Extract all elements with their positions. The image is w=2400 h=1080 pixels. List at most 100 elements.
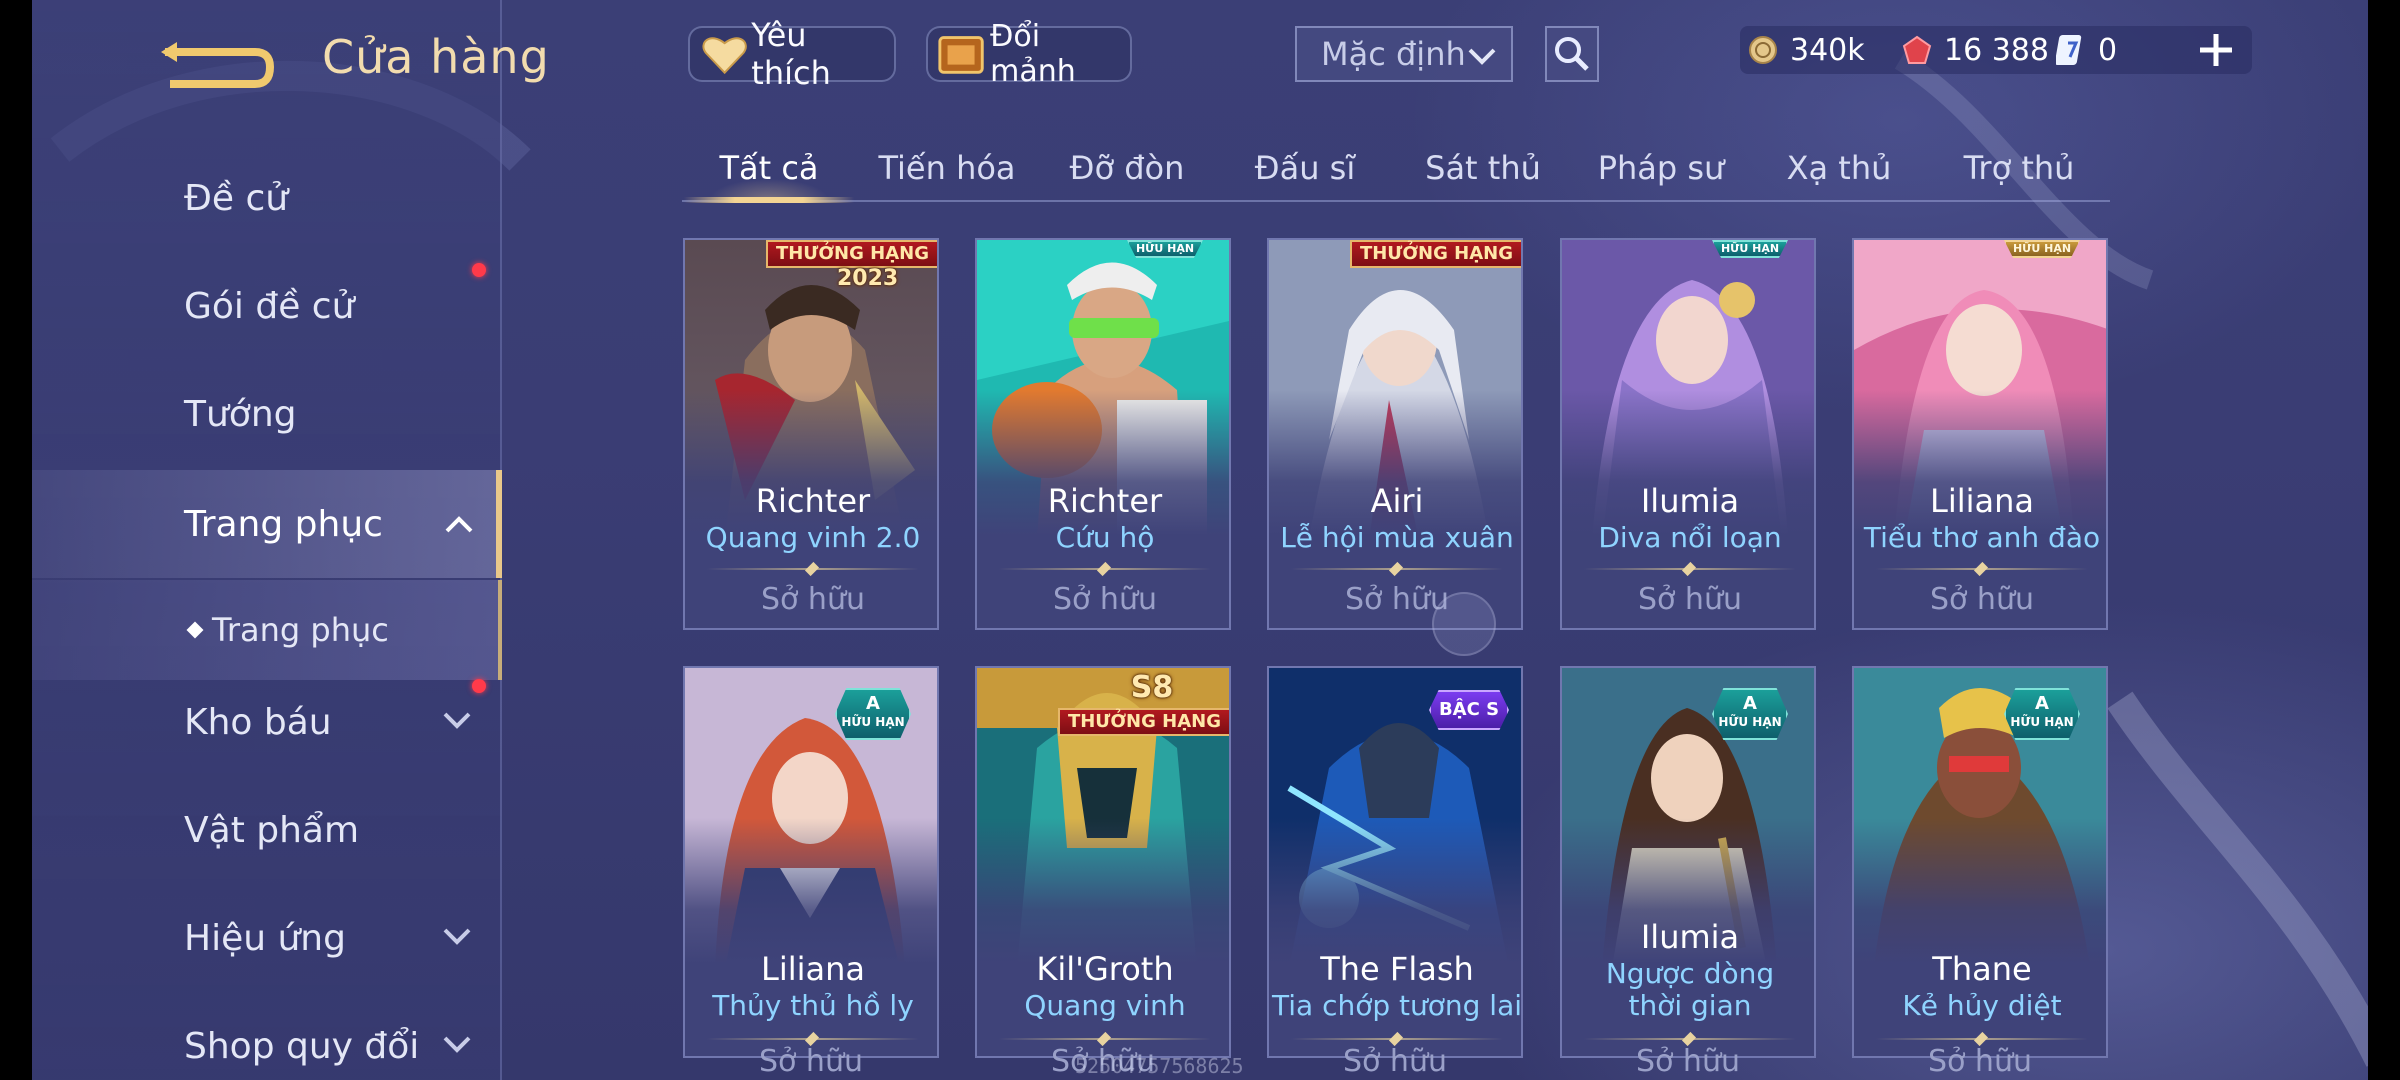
- exchange-label: Đổi mảnh: [990, 19, 1076, 89]
- sidebar-item-skins[interactable]: Trang phục: [32, 470, 502, 578]
- screen-edge-left: [0, 0, 32, 1080]
- skin-card[interactable]: A HỮU HẠN Thane Kẻ hủy diệt: [1852, 666, 2108, 1058]
- token-balance: 0: [2056, 26, 2117, 74]
- card-separator: [1584, 1038, 1796, 1040]
- owned-status: Sở hữu: [1930, 582, 2034, 617]
- chevron-down-icon: [443, 712, 471, 729]
- badge-ranked-reward: THƯỞNG HẠNG: [1349, 240, 1521, 268]
- exchange-shards-button[interactable]: Đổi mảnh: [926, 19, 1132, 89]
- sort-dropdown[interactable]: Mặc định: [1295, 26, 1513, 82]
- hero-name: Ilumia: [1640, 482, 1740, 520]
- owned-status: Sở hữu: [1053, 582, 1157, 617]
- ruby-icon: [1902, 35, 1932, 64]
- skin-name: Diva nổi loạn: [1598, 521, 1782, 554]
- sidebar-item-treasure[interactable]: Kho báu: [32, 672, 502, 772]
- favorites-button[interactable]: Yêu thích: [688, 16, 896, 92]
- sidebar-item-effects[interactable]: Hiệu ứng: [32, 888, 502, 988]
- card-separator: [1876, 1038, 2088, 1040]
- badge-limited-a: A HỮU HẠN: [2004, 688, 2080, 740]
- chevron-down-icon: [1468, 48, 1496, 65]
- skin-name: Quang vinh: [1024, 989, 1186, 1022]
- card-separator: [999, 568, 1211, 570]
- card-separator: [707, 568, 919, 570]
- sidebar-item-label: Trang phục: [184, 503, 383, 545]
- gold-coin-icon: [1749, 36, 1777, 64]
- card-fade: [685, 818, 937, 1056]
- badge-ranked-reward: THƯỞNG HẠNG: [1057, 708, 1229, 736]
- sidebar-item-label: Hiệu ứng: [184, 917, 346, 959]
- tab-assassin[interactable]: Sát thủ: [1398, 140, 1568, 200]
- skin-card[interactable]: S8 THƯỞNG HẠNG Kil'Groth Quang vinh: [975, 666, 1231, 1058]
- skin-name: Quang vinh 2.0: [705, 521, 921, 554]
- tab-active-indicator: [684, 197, 854, 203]
- search-button[interactable]: [1545, 26, 1599, 82]
- skin-card[interactable]: HỮU HẠN Liliana Tiểu thơ anh đào Sở hữu: [1852, 238, 2108, 630]
- owned-status: Sở hữu: [1638, 582, 1742, 617]
- hero-name: Thane: [1932, 950, 2032, 988]
- page-title: Cửa hàng: [322, 30, 550, 84]
- tab-evolution[interactable]: Tiến hóa: [862, 140, 1032, 200]
- badge-limited: HỮU HẠN: [1712, 240, 1788, 258]
- gold-balance: 340k: [1748, 26, 1865, 74]
- tab-divider: [682, 200, 2110, 202]
- skin-name: Tia chớp tương lai: [1271, 989, 1523, 1022]
- skin-card[interactable]: THƯỞNG HẠNG 2023 Richter Quang vinh 2.0 …: [683, 238, 939, 630]
- back-button[interactable]: [155, 32, 275, 92]
- tab-fighter[interactable]: Đấu sĩ: [1220, 140, 1390, 200]
- hero-name: Liliana: [1930, 482, 2034, 520]
- skin-card[interactable]: BẬC S The Flash Tia chớp tương lai: [1267, 666, 1523, 1058]
- skin-card[interactable]: A HỮU HẠN Liliana Thủy thủ hồ ly: [683, 666, 939, 1058]
- watermark: 52504757568625: [1075, 1054, 1244, 1078]
- skin-name: Thủy thủ hồ ly: [712, 989, 914, 1022]
- sidebar-subitem-skins[interactable]: Trang phục: [32, 580, 502, 680]
- skin-card[interactable]: THƯỞNG HẠNG Airi Lễ hội mùa xuân Sở hữu: [1267, 238, 1523, 630]
- sidebar-item-recommended-packs[interactable]: Gói đề cử: [32, 256, 502, 356]
- card-fade: [977, 818, 1229, 1056]
- skin-name: Ngược dòng thời gian: [1605, 957, 1775, 1022]
- hero-name: Airi: [1370, 482, 1424, 520]
- card-separator: [1291, 1038, 1503, 1040]
- hero-name: The Flash: [1320, 950, 1474, 988]
- skin-card[interactable]: HỮU HẠN Ilumia Diva nổi loạn Sở hữu: [1560, 238, 1816, 630]
- sidebar-item-exchange-shop[interactable]: Shop quy đổi: [32, 996, 502, 1080]
- badge-tier-s: BẬC S: [1429, 690, 1509, 730]
- tab-mage[interactable]: Pháp sư: [1576, 140, 1746, 200]
- badge-year: 2023: [837, 266, 899, 291]
- hero-name: Richter: [1047, 482, 1163, 520]
- token-icon: [2056, 35, 2082, 65]
- badge-limited: HỮU HẠN: [2004, 240, 2080, 258]
- sidebar-item-label: Đề cử: [184, 177, 289, 219]
- back-arrow-icon: [161, 42, 275, 88]
- card-fade: [1269, 818, 1521, 1056]
- skin-card[interactable]: HỮU HẠN Richter Cứu hộ Sở hữu: [975, 238, 1231, 630]
- tab-tank[interactable]: Đỡ đòn: [1042, 140, 1212, 200]
- sidebar-item-recommended[interactable]: Đề cử: [32, 148, 502, 248]
- chevron-down-icon: [443, 1036, 471, 1053]
- hero-name: Liliana: [761, 950, 865, 988]
- tab-all[interactable]: Tất cả: [684, 140, 854, 200]
- favorites-label: Yêu thích: [751, 16, 831, 92]
- tab-marksman[interactable]: Xạ thủ: [1754, 140, 1924, 200]
- tab-support[interactable]: Trợ thủ: [1934, 140, 2104, 200]
- card-separator: [999, 1038, 1211, 1040]
- owned-status: Sở hữu: [1636, 1044, 1740, 1079]
- sidebar-item-label: Tướng: [184, 393, 297, 435]
- owned-status: Sở hữu: [1928, 1044, 2032, 1079]
- owned-status: Sở hữu: [759, 1044, 863, 1079]
- card-separator: [1584, 568, 1796, 570]
- skin-card[interactable]: A HỮU HẠN Ilumia Ngược dòng thời gian: [1560, 666, 1816, 1058]
- sidebar-item-label: Trang phục: [212, 611, 389, 649]
- chest-icon: [938, 36, 984, 74]
- skin-name: Kẻ hủy diệt: [1902, 989, 2062, 1022]
- badge-limited-a: A HỮU HẠN: [835, 688, 911, 740]
- skin-name: Lễ hội mùa xuân: [1280, 521, 1514, 554]
- sidebar-item-items[interactable]: Vật phẩm: [32, 780, 502, 880]
- plus-icon[interactable]: [2196, 30, 2236, 70]
- card-separator: [1876, 568, 2088, 570]
- sidebar-item-heroes[interactable]: Tướng: [32, 364, 502, 464]
- search-icon: [1555, 37, 1589, 71]
- skin-name: Cứu hộ: [1055, 521, 1155, 554]
- owned-status: Sở hữu: [761, 582, 865, 617]
- touch-indicator: [1432, 592, 1496, 656]
- hero-name: Ilumia: [1640, 918, 1740, 956]
